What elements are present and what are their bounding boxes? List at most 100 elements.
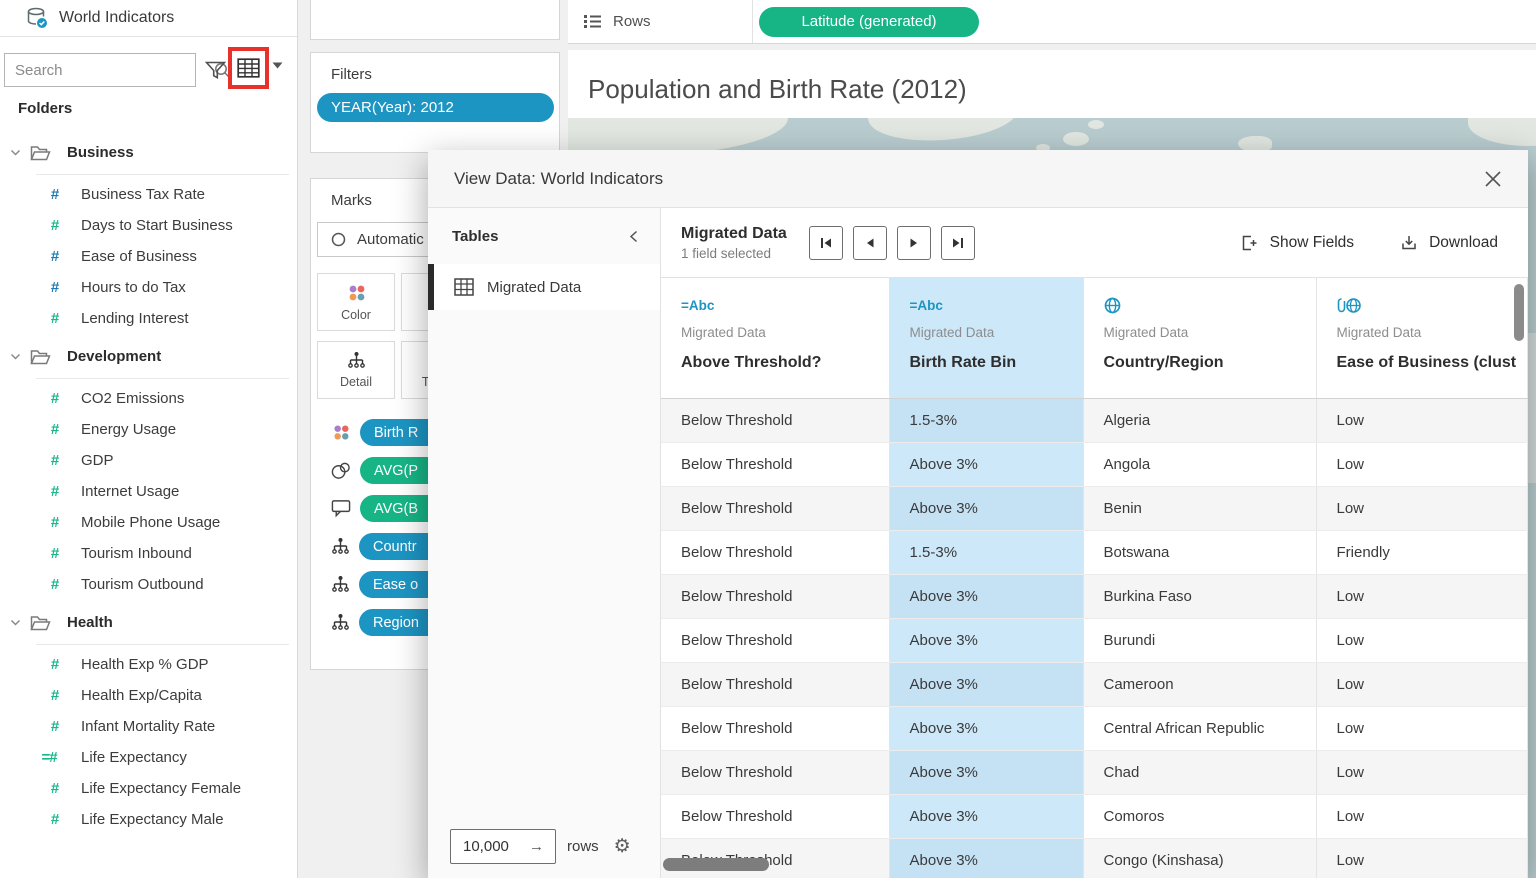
cell: Benin <box>1083 486 1316 530</box>
table-item-migrated-data[interactable]: Migrated Data <box>428 264 660 310</box>
filter-fields-button[interactable] <box>198 53 232 87</box>
field-tourism-inbound[interactable]: # Tourism Inbound <box>0 538 297 569</box>
map-scrollbar[interactable] <box>1527 333 1536 483</box>
cell: Above 3% <box>889 706 1083 750</box>
data-pane-menu-caret[interactable] <box>272 62 283 69</box>
search-box[interactable] <box>4 53 196 87</box>
datasource-header[interactable]: World Indicators <box>0 0 297 37</box>
field-health-exp-pct-gdp[interactable]: # Health Exp % GDP <box>0 649 297 680</box>
cell: Cameroon <box>1083 662 1316 706</box>
column-source: Migrated Data <box>1337 325 1527 340</box>
calculated-string-icon: =Abc <box>681 298 714 313</box>
row-count-box[interactable]: → <box>450 829 556 864</box>
field-co2-emissions[interactable]: # CO2 Emissions <box>0 383 297 414</box>
cell: Friendly <box>1316 530 1527 574</box>
field-gdp[interactable]: # GDP <box>0 445 297 476</box>
folder-header-business[interactable]: Business <box>0 136 297 169</box>
column-source: Migrated Data <box>681 325 889 340</box>
cell: Comoros <box>1083 794 1316 838</box>
number-field-icon: # <box>48 545 62 562</box>
field-hours-to-do-tax[interactable]: # Hours to do Tax <box>0 272 297 303</box>
rows-pill-latitude[interactable]: Latitude (generated) <box>759 7 979 37</box>
field-health-exp-capita[interactable]: # Health Exp/Capita <box>0 680 297 711</box>
fields-tree: Business # Business Tax Rate # Days to S… <box>0 130 297 835</box>
last-page-button[interactable] <box>941 226 975 260</box>
download-button[interactable]: Download <box>1400 234 1498 252</box>
circle-mark-icon <box>331 232 346 247</box>
cell: Botswana <box>1083 530 1316 574</box>
field-life-expectancy[interactable]: =# Life Expectancy <box>0 742 297 773</box>
column-header-ease-of-business-cluster[interactable]: Migrated Data Ease of Business (clust <box>1316 278 1527 398</box>
table-row: Below Threshold Above 3% Benin Low <box>661 486 1527 530</box>
grid-scroll-region[interactable]: =Abc Migrated Data Above Threshold? =Abc… <box>661 278 1528 878</box>
cell: Low <box>1316 662 1527 706</box>
folders-heading: Folders <box>18 100 72 117</box>
cell: Below Threshold <box>661 442 889 486</box>
close-button[interactable] <box>1484 170 1502 188</box>
cell: Burundi <box>1083 618 1316 662</box>
first-page-button[interactable] <box>809 226 843 260</box>
folder-header-development[interactable]: Development <box>0 340 297 373</box>
cell: Below Threshold <box>661 486 889 530</box>
vertical-scrollbar-thumb[interactable] <box>1514 284 1524 341</box>
field-tourism-outbound[interactable]: # Tourism Outbound <box>0 569 297 600</box>
rows-shelf-label: Rows <box>568 0 753 43</box>
cell: Below Threshold <box>661 662 889 706</box>
field-life-expectancy-female[interactable]: # Life Expectancy Female <box>0 773 297 804</box>
dataset-name: Migrated Data <box>681 225 787 243</box>
collapse-panel-button[interactable] <box>629 230 638 243</box>
number-field-icon: # <box>48 687 62 704</box>
cell: Low <box>1316 750 1527 794</box>
field-business-tax-rate[interactable]: # Business Tax Rate <box>0 179 297 210</box>
row-count-input[interactable] <box>463 838 525 855</box>
number-field-icon: # <box>48 576 62 593</box>
cell: 1.5-3% <box>889 398 1083 442</box>
view-data-button-annotation[interactable] <box>228 47 269 89</box>
cell: Congo (Kinshasa) <box>1083 838 1316 878</box>
dialog-title: View Data: World Indicators <box>454 169 1484 189</box>
folder-header-health[interactable]: Health <box>0 606 297 639</box>
table-grid-icon <box>454 278 474 296</box>
column-header-birth-rate-bin[interactable]: =Abc Migrated Data Birth Rate Bin <box>889 278 1083 398</box>
number-field-icon: # <box>48 811 62 828</box>
apply-row-count-icon[interactable]: → <box>529 838 544 855</box>
next-page-button[interactable] <box>897 226 931 260</box>
detail-icon <box>331 537 350 556</box>
previous-page-button[interactable] <box>853 226 887 260</box>
column-header-country-region[interactable]: Migrated Data Country/Region <box>1083 278 1316 398</box>
previous-page-icon <box>862 235 878 251</box>
field-infant-mortality-rate[interactable]: # Infant Mortality Rate <box>0 711 297 742</box>
field-ease-of-business[interactable]: # Ease of Business <box>0 241 297 272</box>
tables-panel-header: Tables <box>428 208 660 245</box>
funnel-icon <box>205 61 226 80</box>
field-energy-usage[interactable]: # Energy Usage <box>0 414 297 445</box>
map-landmass <box>1088 120 1104 129</box>
cell: Low <box>1316 398 1527 442</box>
filter-pill-year[interactable]: YEAR(Year): 2012 <box>317 93 554 122</box>
top-shelf-card <box>310 0 560 40</box>
detail-button[interactable]: Detail <box>317 341 395 399</box>
color-icon <box>346 283 367 303</box>
field-life-expectancy-male[interactable]: # Life Expectancy Male <box>0 804 297 835</box>
field-mobile-phone-usage[interactable]: # Mobile Phone Usage <box>0 507 297 538</box>
color-button[interactable]: Color <box>317 273 395 331</box>
table-row: Below Threshold Above 3% Burundi Low <box>661 618 1527 662</box>
cell: Below Threshold <box>661 706 889 750</box>
horizontal-scrollbar-thumb[interactable] <box>663 858 769 871</box>
row-count-controls: → rows ⚙ <box>450 829 631 864</box>
column-header-above-threshold[interactable]: =Abc Migrated Data Above Threshold? <box>661 278 889 398</box>
rows-shelf: Rows Latitude (generated) <box>568 0 1536 44</box>
show-fields-button[interactable]: Show Fields <box>1241 234 1354 252</box>
close-icon <box>1484 170 1502 188</box>
settings-gear-icon[interactable]: ⚙ <box>614 837 631 856</box>
field-days-to-start-business[interactable]: # Days to Start Business <box>0 210 297 241</box>
calculated-number-field-icon: =# <box>36 749 62 766</box>
field-internet-usage[interactable]: # Internet Usage <box>0 476 297 507</box>
divider <box>36 174 289 175</box>
chevron-left-icon <box>629 230 638 243</box>
field-lending-interest[interactable]: # Lending Interest <box>0 303 297 334</box>
worksheet-title: Population and Birth Rate (2012) <box>568 50 1536 105</box>
number-field-icon: # <box>48 656 62 673</box>
search-input[interactable] <box>15 62 214 79</box>
view-data-dialog: View Data: World Indicators Tables <box>428 150 1528 878</box>
